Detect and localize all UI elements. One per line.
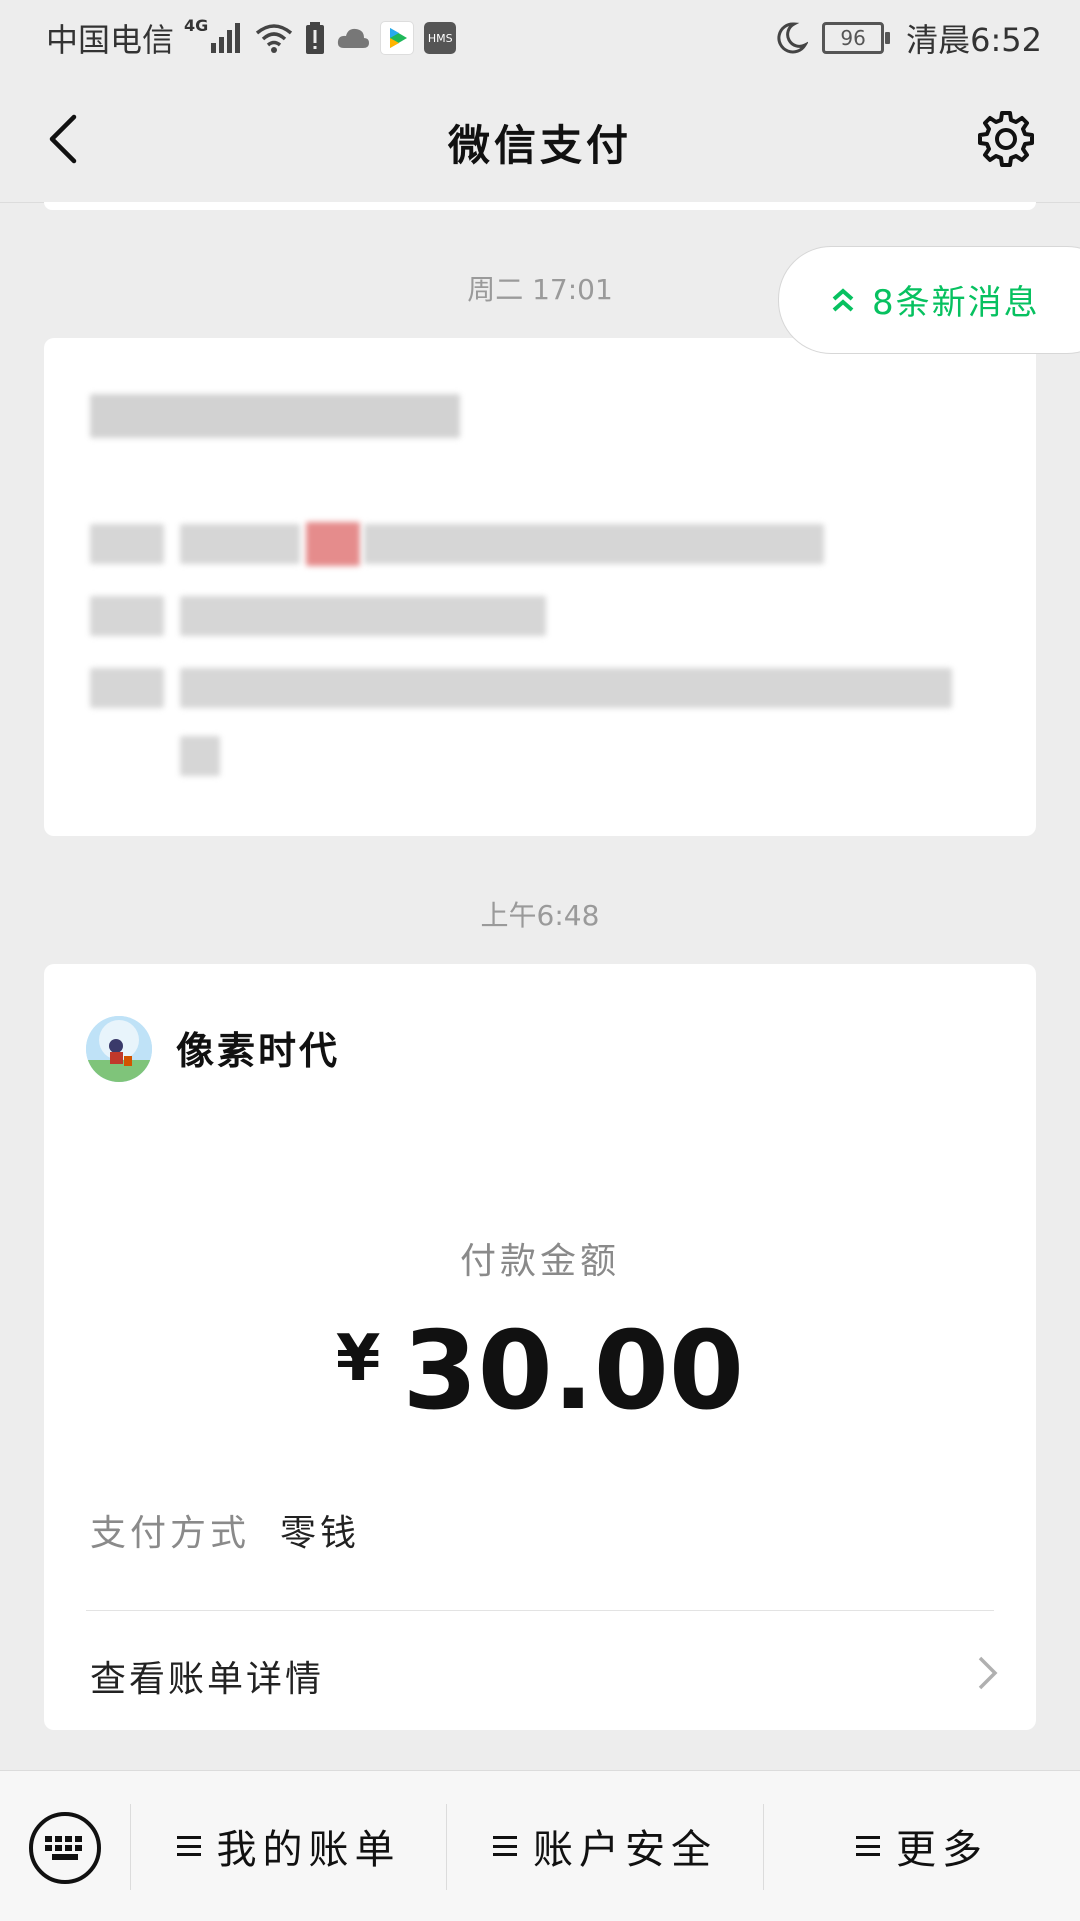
settings-gear-icon[interactable]: [976, 109, 1036, 169]
network-type: 4G: [184, 16, 209, 35]
redacted-text: [180, 524, 300, 564]
hms-app-icon: HMS: [424, 22, 457, 54]
view-bill-details-label: 查看账单详情: [90, 1659, 325, 1700]
battery-alert-icon: [306, 22, 325, 54]
menu-tab-more[interactable]: 更多: [764, 1771, 1080, 1921]
amount-number: 30.00: [402, 1309, 745, 1434]
cloud-icon: [338, 28, 370, 48]
clock-time: 清晨6:52: [906, 21, 1042, 59]
redacted-text: [180, 736, 220, 776]
menu-tab-label: 账户安全: [533, 1827, 717, 1873]
new-messages-label: 8条新消息: [872, 283, 1040, 323]
previous-card-edge: [44, 202, 1036, 210]
redacted-text: [180, 668, 952, 708]
blurred-message-card[interactable]: [44, 338, 1036, 836]
redacted-text: [90, 524, 164, 564]
amount-label: 付款金额: [459, 1241, 620, 1282]
payment-method-label: 支付方式: [90, 1513, 251, 1554]
menu-tab-account-security[interactable]: 账户安全: [447, 1771, 763, 1921]
chevron-right-icon: [978, 1656, 998, 1690]
signal-icon: [211, 23, 241, 53]
merchant-avatar: [86, 1016, 152, 1082]
redacted-text: [90, 668, 164, 708]
double-chevron-up-icon: [832, 288, 854, 312]
status-right: 96 清晨6:52: [774, 14, 1042, 62]
amount-value: ¥30.00: [44, 1309, 1036, 1434]
merchant-name: 像素时代: [176, 1029, 341, 1073]
message-timestamp: 上午6:48: [480, 899, 600, 932]
video-app-icon: [380, 21, 415, 55]
payment-receipt-card[interactable]: 像素时代 付款金额 ¥30.00 支付方式 零钱 查看账单详情: [44, 964, 1036, 1730]
wifi-icon: [256, 24, 293, 53]
payment-method-value: 零钱: [280, 1513, 361, 1554]
redacted-text: [90, 596, 164, 636]
menu-lines-icon: [856, 1836, 880, 1856]
do-not-disturb-moon-icon: [777, 22, 809, 54]
menu-lines-icon: [493, 1836, 517, 1856]
menu-tab-label: 我的账单: [216, 1827, 401, 1873]
currency-symbol: ¥: [335, 1322, 381, 1396]
bottom-menu-bar: 我的账单 账户安全 更多: [0, 1770, 1080, 1921]
redacted-text: [364, 524, 824, 564]
menu-lines-icon: [176, 1836, 201, 1856]
battery-level: 96: [822, 22, 891, 54]
carrier-name: 中国电信: [46, 21, 175, 59]
redacted-text: [180, 596, 546, 636]
menu-tab-my-bills[interactable]: 我的账单: [131, 1771, 446, 1921]
status-left: 中国电信 4G HMS: [46, 14, 457, 62]
new-messages-button[interactable]: 8条新消息: [778, 246, 1080, 354]
redacted-text: [90, 394, 460, 438]
navigation-bar: 微信支付: [0, 76, 1080, 203]
page-title: 微信支付: [447, 121, 632, 170]
redacted-text: [306, 522, 360, 566]
divider: [86, 1610, 994, 1611]
view-bill-details-link[interactable]: 查看账单详情: [44, 1612, 1036, 1728]
status-bar: 中国电信 4G HMS 96 清晨6:52: [0, 0, 1080, 76]
menu-tab-label: 更多: [896, 1827, 988, 1873]
keyboard-icon[interactable]: [28, 1811, 102, 1885]
